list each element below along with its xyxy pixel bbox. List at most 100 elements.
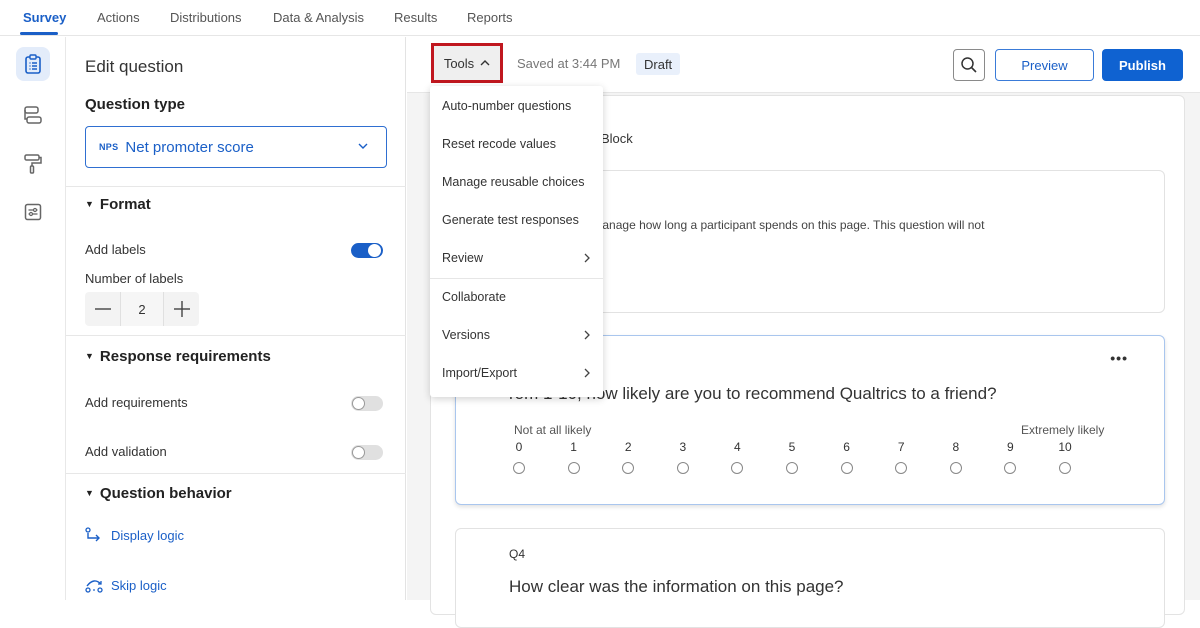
scale-number: 4 xyxy=(734,440,741,454)
scale-radio-button[interactable] xyxy=(513,462,525,474)
scale-point: 1 xyxy=(559,440,589,474)
scale-point: 2 xyxy=(613,440,643,474)
caret-down-icon: ▼ xyxy=(85,488,94,498)
add-validation-toggle[interactable] xyxy=(351,445,383,460)
display-logic-label: Display logic xyxy=(111,527,184,543)
active-tab-indicator xyxy=(20,32,58,35)
caret-down-icon: ▼ xyxy=(85,199,94,209)
divider xyxy=(66,473,406,474)
scale-number: 3 xyxy=(679,440,687,454)
chevron-right-icon xyxy=(583,329,591,344)
search-button[interactable] xyxy=(953,49,985,81)
tab-data-analysis[interactable]: Data & Analysis xyxy=(273,10,364,25)
menu-item-generate-test-responses[interactable]: Generate test responses xyxy=(430,201,603,239)
scale-number: 2 xyxy=(624,440,632,454)
chevron-down-icon xyxy=(357,139,369,157)
block-title[interactable]: Block xyxy=(601,131,633,146)
status-badge: Draft xyxy=(636,53,681,75)
add-requirements-toggle[interactable] xyxy=(351,396,383,411)
scale-number: 5 xyxy=(788,440,796,454)
scale-radio-button[interactable] xyxy=(731,462,744,474)
question-behavior-toggle[interactable]: ▼ Question behavior xyxy=(85,485,232,502)
tools-label: Tools xyxy=(443,55,475,71)
settings-sliders-icon[interactable] xyxy=(16,195,50,229)
top-nav: Survey Actions Distributions Data & Anal… xyxy=(0,0,1200,36)
question-text: How clear was the information on this pa… xyxy=(509,577,844,596)
scale-point: 10 xyxy=(1050,440,1080,474)
q4-question-card[interactable]: Q4 How clear was the information on this… xyxy=(455,528,1165,628)
tools-dropdown-menu: Auto-number questions Reset recode values… xyxy=(430,86,603,397)
editor-toolbar: Tools Saved at 3:44 PM Draft Preview Pub… xyxy=(407,37,1200,93)
question-type-value: Net promoter score xyxy=(125,138,254,156)
tab-results[interactable]: Results xyxy=(394,10,437,25)
menu-item-reset-recode-values[interactable]: Reset recode values xyxy=(430,125,603,163)
add-requirements-label: Add requirements xyxy=(85,395,188,410)
tab-reports[interactable]: Reports xyxy=(467,10,513,25)
number-of-labels-value[interactable]: 2 xyxy=(120,292,164,326)
divider xyxy=(66,335,406,336)
add-labels-toggle[interactable] xyxy=(351,243,383,258)
nps-badge-icon: NPS xyxy=(99,142,119,152)
response-requirements-toggle[interactable]: ▼ Response requirements xyxy=(85,348,271,365)
tab-survey[interactable]: Survey xyxy=(23,10,66,25)
format-section-toggle[interactable]: ▼ Format xyxy=(85,196,151,213)
skip-logic-icon xyxy=(85,580,103,593)
add-labels-label: Add labels xyxy=(85,242,146,257)
scale-point: 3 xyxy=(668,440,698,474)
menu-item-auto-number-questions[interactable]: Auto-number questions xyxy=(430,87,603,125)
format-heading: Format xyxy=(99,196,151,213)
scale-radio-button[interactable] xyxy=(840,462,853,474)
tools-button[interactable]: Tools xyxy=(431,43,503,83)
divider xyxy=(66,186,406,187)
menu-item-versions[interactable]: Versions xyxy=(430,316,603,354)
scale-number: 0 xyxy=(515,440,523,454)
scale-point: 4 xyxy=(722,440,752,474)
scale-point: 5 xyxy=(777,440,807,474)
response-requirements-heading: Response requirements xyxy=(99,348,271,365)
scale-number: 6 xyxy=(843,440,850,454)
scale-radio-button[interactable] xyxy=(786,462,798,474)
low-anchor-label: Not at all likely xyxy=(514,423,592,437)
chevron-right-icon xyxy=(583,367,591,382)
survey-clipboard-icon[interactable] xyxy=(16,47,50,81)
tab-distributions[interactable]: Distributions xyxy=(170,10,242,25)
more-options-icon[interactable]: ••• xyxy=(1110,350,1128,366)
tab-actions[interactable]: Actions xyxy=(97,10,140,25)
menu-item-collaborate[interactable]: Collaborate xyxy=(430,278,603,316)
scale-number: 10 xyxy=(1058,440,1072,454)
menu-item-review[interactable]: Review xyxy=(430,239,603,277)
scale-radio-button[interactable] xyxy=(949,462,962,474)
scale-radio-button[interactable] xyxy=(1004,462,1017,474)
scale-radio-button[interactable] xyxy=(1059,462,1071,474)
paint-roller-icon[interactable] xyxy=(16,147,50,181)
question-behavior-heading: Question behavior xyxy=(99,485,232,502)
display-logic-icon xyxy=(85,527,100,542)
blocks-flow-icon[interactable] xyxy=(16,98,50,132)
publish-button[interactable]: Publish xyxy=(1102,49,1183,81)
icon-rail xyxy=(0,37,66,600)
menu-item-label: Import/Export xyxy=(442,366,518,380)
menu-item-import-export[interactable]: Import/Export xyxy=(430,354,603,392)
display-logic-link[interactable]: Display logic xyxy=(85,527,184,543)
saved-status: Saved at 3:44 PM xyxy=(517,56,621,71)
scale-point: 8 xyxy=(941,440,971,474)
scale-radio-button[interactable] xyxy=(895,462,908,474)
search-icon xyxy=(961,57,977,73)
skip-logic-link[interactable]: Skip logic xyxy=(85,577,167,593)
question-type-heading: Question type xyxy=(85,96,186,113)
preview-button[interactable]: Preview xyxy=(995,49,1094,81)
number-of-labels-label: Number of labels xyxy=(85,271,184,286)
question-type-select[interactable]: NPS Net promoter score xyxy=(85,126,387,168)
scale-point: 0 xyxy=(504,440,534,474)
menu-item-label: Reset recode values xyxy=(442,137,556,151)
increment-button[interactable] xyxy=(164,292,199,326)
scale-number: 9 xyxy=(1007,440,1014,454)
scale-radio-button[interactable] xyxy=(622,462,635,474)
menu-item-manage-reusable-choices[interactable]: Manage reusable choices xyxy=(430,163,603,201)
scale-number: 7 xyxy=(897,440,905,454)
skip-logic-label: Skip logic xyxy=(111,577,167,593)
caret-down-icon: ▼ xyxy=(85,351,94,361)
scale-radio-button[interactable] xyxy=(567,462,580,474)
decrement-button[interactable] xyxy=(85,292,120,326)
scale-radio-button[interactable] xyxy=(676,462,689,474)
